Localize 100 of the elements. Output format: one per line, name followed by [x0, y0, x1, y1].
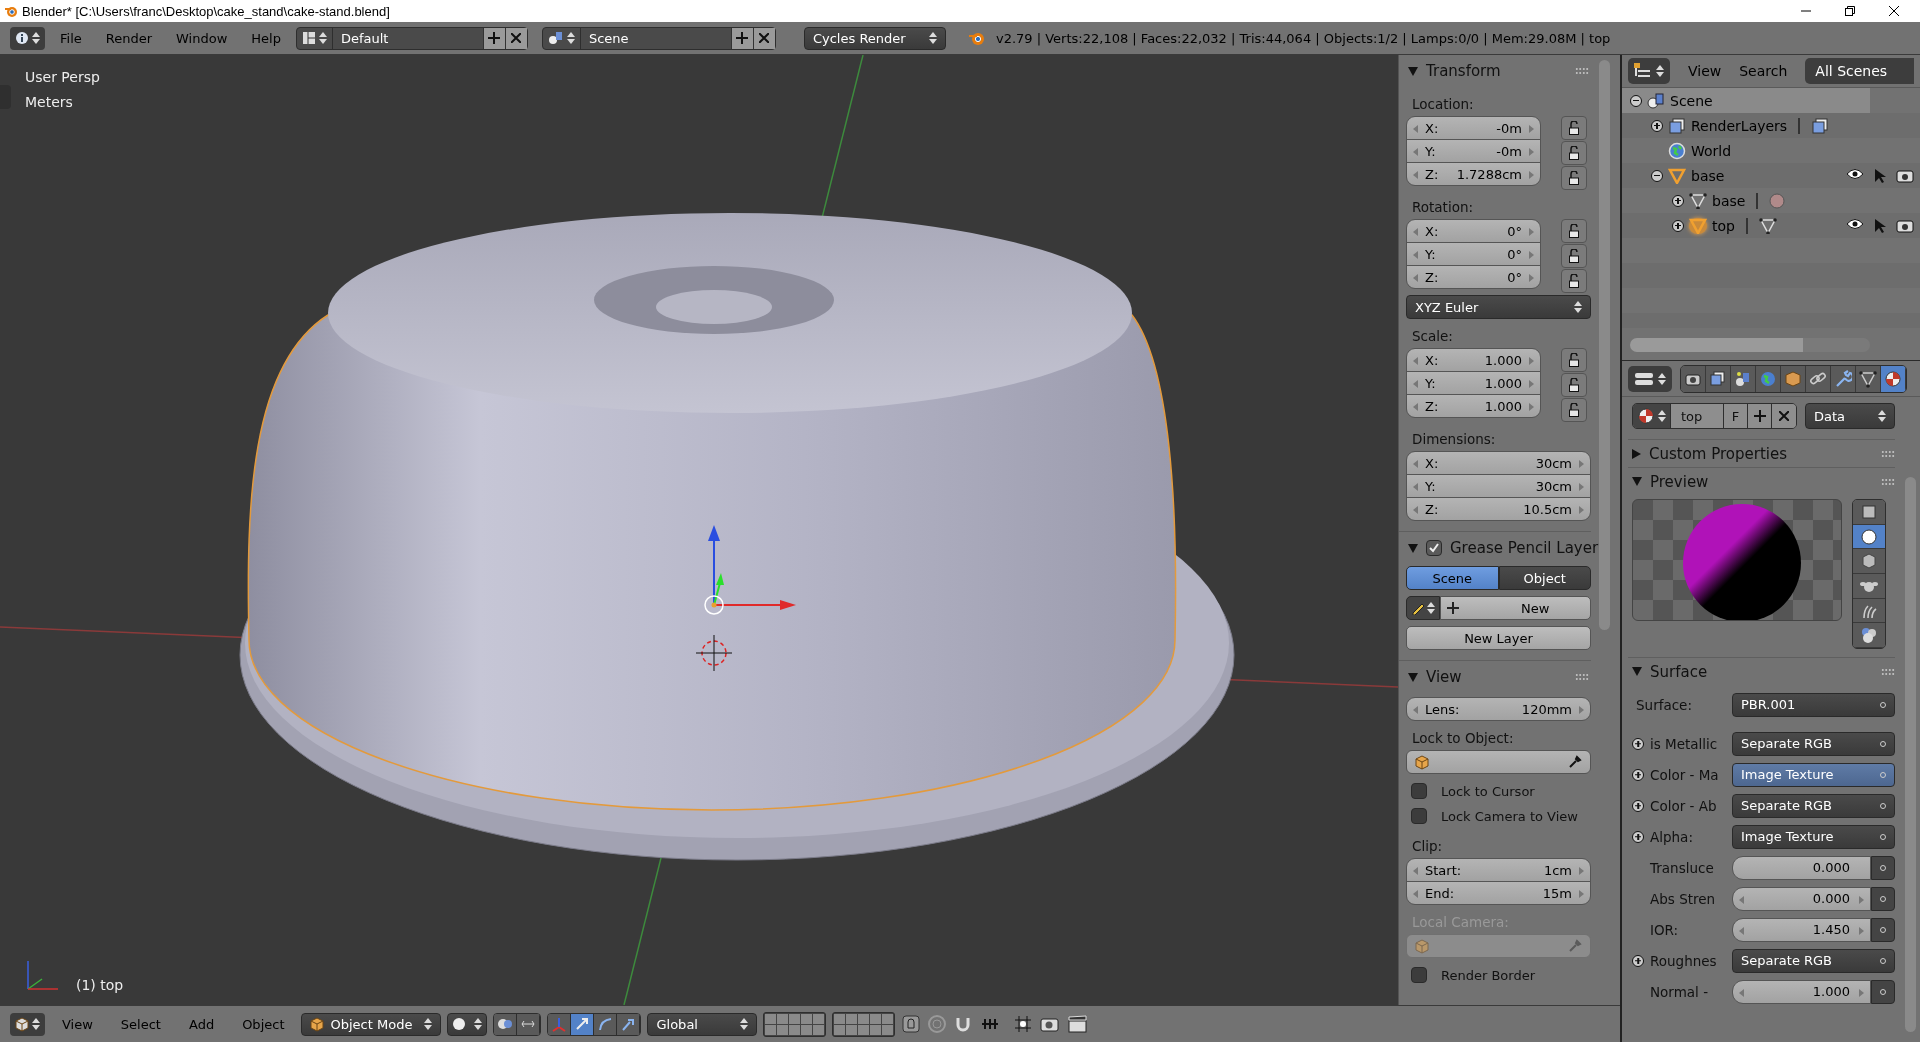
link-dropdown[interactable]: Separate RGB — [1732, 948, 1895, 973]
editor-type-button[interactable] — [1628, 58, 1670, 84]
menu-item[interactable]: View — [1688, 63, 1722, 79]
panel-title[interactable]: Grease Pencil Layer — [1450, 539, 1599, 557]
scene-selector[interactable]: Scene — [541, 26, 776, 50]
lock-toggle[interactable] — [1560, 269, 1587, 293]
clapperboard-icon[interactable] — [1067, 1014, 1090, 1034]
shader-dropdown[interactable]: PBR.001 — [1732, 692, 1895, 717]
lock-toggle[interactable] — [1560, 166, 1587, 190]
collapse-icon[interactable] — [1630, 94, 1642, 107]
eye-icon[interactable] — [1846, 217, 1864, 230]
plus-icon[interactable] — [488, 32, 501, 44]
preview-shape-button[interactable] — [1853, 623, 1885, 648]
pencil-selector[interactable] — [1406, 596, 1440, 620]
expanded-triangle-icon[interactable] — [1408, 672, 1418, 682]
menu-item[interactable]: Render — [96, 30, 162, 46]
properties-tab[interactable] — [1731, 365, 1756, 392]
panel-title[interactable]: Transform — [1426, 62, 1567, 80]
display-mode-dropdown[interactable]: All Scenes — [1805, 58, 1914, 84]
menu-item[interactable]: Add — [177, 1016, 226, 1032]
layout-selector[interactable]: Default — [295, 26, 528, 50]
cursor-arrow-icon[interactable] — [1874, 217, 1886, 234]
transform-manipulator-drawing[interactable] — [704, 525, 796, 615]
number-field[interactable]: Y: -0m — [1406, 139, 1541, 163]
orientation-dropdown[interactable]: Global — [647, 1012, 758, 1036]
properties-tab[interactable] — [1881, 365, 1906, 392]
number-field[interactable]: Start: 1cm — [1406, 858, 1591, 882]
editor-type-button[interactable] — [10, 26, 45, 50]
expand-icon[interactable] — [1651, 119, 1663, 132]
panel-title[interactable]: Surface — [1650, 662, 1873, 681]
collapse-icon[interactable] — [1651, 169, 1663, 182]
number-field[interactable]: 1.000 — [1732, 979, 1871, 1004]
tree-item[interactable]: base — [1691, 167, 1725, 184]
properties-tab[interactable] — [1856, 365, 1881, 392]
snap-target-icon[interactable] — [1013, 1014, 1034, 1034]
tab[interactable]: Scene — [1406, 566, 1499, 590]
link-dropdown[interactable]: Data — [1805, 403, 1895, 429]
menu-item[interactable]: Select — [109, 1016, 172, 1032]
tree-item[interactable]: base — [1712, 192, 1746, 209]
properties-tab[interactable] — [1681, 365, 1706, 392]
number-field[interactable]: Lens: 120mm — [1406, 697, 1591, 721]
lock-toggle[interactable] — [1560, 244, 1587, 268]
layer-buttons[interactable] — [763, 1011, 827, 1037]
preview-shape-button[interactable] — [1853, 500, 1885, 525]
panel-title[interactable]: View — [1426, 668, 1567, 686]
preview-shape-button[interactable] — [1853, 574, 1885, 599]
properties-tab[interactable] — [1756, 365, 1781, 392]
new-layer-button[interactable]: New Layer — [1406, 626, 1591, 650]
manipulator-toggle-icon[interactable] — [517, 1013, 541, 1035]
expand-icon[interactable] — [1632, 768, 1644, 781]
link-dropdown[interactable]: Image Texture — [1732, 762, 1895, 787]
lock-toggle[interactable] — [1560, 373, 1587, 397]
number-field[interactable]: Y: 0° — [1406, 242, 1541, 266]
number-field[interactable]: X: 0° — [1406, 219, 1541, 243]
new-button[interactable]: New — [1440, 596, 1591, 620]
number-field[interactable]: X: 1.000 — [1406, 348, 1541, 372]
arc-icon[interactable] — [594, 1013, 618, 1035]
link-dropdown[interactable]: Image Texture — [1732, 824, 1895, 849]
close-icon[interactable] — [1889, 6, 1899, 16]
lock-layers-icon[interactable] — [901, 1014, 922, 1034]
pivot-icon[interactable] — [494, 1013, 518, 1035]
lock-toggle[interactable] — [1560, 219, 1587, 243]
cursor-arrow-icon[interactable] — [1874, 167, 1886, 184]
collapsed-triangle-icon[interactable] — [1632, 448, 1641, 459]
tab[interactable]: Object — [1498, 566, 1591, 590]
checkbox[interactable] — [1426, 540, 1442, 556]
properties-tab[interactable] — [1781, 365, 1806, 392]
number-field[interactable]: Z: 10.5cm — [1406, 497, 1591, 521]
preview-shape-button[interactable] — [1853, 524, 1885, 550]
link-dropdown[interactable]: Separate RGB — [1732, 731, 1895, 756]
scrollbar[interactable] — [1599, 60, 1610, 630]
checkbox[interactable]: Render Border — [1411, 967, 1591, 983]
expand-icon[interactable] — [1672, 194, 1684, 207]
expand-icon[interactable] — [1632, 830, 1644, 843]
tree-item[interactable]: top — [1712, 217, 1735, 234]
expand-icon[interactable] — [1672, 219, 1684, 232]
number-field[interactable]: X: -0m — [1406, 116, 1541, 140]
editor-type-button[interactable] — [1628, 365, 1672, 392]
drag-handle-icon[interactable] — [1575, 673, 1589, 681]
menu-item[interactable]: Search — [1739, 63, 1788, 79]
tree-item[interactable]: Scene — [1670, 92, 1713, 109]
layer-buttons[interactable] — [832, 1011, 896, 1037]
number-field[interactable]: Z: 0° — [1406, 265, 1541, 289]
checkbox[interactable]: Lock to Cursor — [1411, 783, 1591, 799]
lock-toggle[interactable] — [1560, 398, 1587, 422]
scale-handle-icon[interactable] — [617, 1013, 641, 1035]
properties-tab[interactable] — [1806, 365, 1831, 392]
object-field[interactable] — [1406, 750, 1591, 774]
expanded-triangle-icon[interactable] — [1632, 667, 1642, 676]
panel-title[interactable]: Preview — [1650, 472, 1873, 491]
lock-toggle[interactable] — [1560, 141, 1587, 165]
tree-item[interactable]: World — [1691, 142, 1732, 159]
number-field[interactable]: Z: 1.7288cm — [1406, 162, 1541, 186]
number-field[interactable]: Z: 1.000 — [1406, 394, 1541, 418]
rotation-mode-dropdown[interactable]: XYZ Euler — [1406, 295, 1591, 319]
render-engine-dropdown[interactable]: Cycles Render — [803, 26, 946, 50]
editor-type-button[interactable] — [10, 1012, 45, 1036]
restore-icon[interactable] — [1845, 6, 1855, 16]
mode-dropdown[interactable]: Object Mode — [301, 1012, 442, 1036]
number-field[interactable]: 0.000 — [1732, 886, 1871, 911]
